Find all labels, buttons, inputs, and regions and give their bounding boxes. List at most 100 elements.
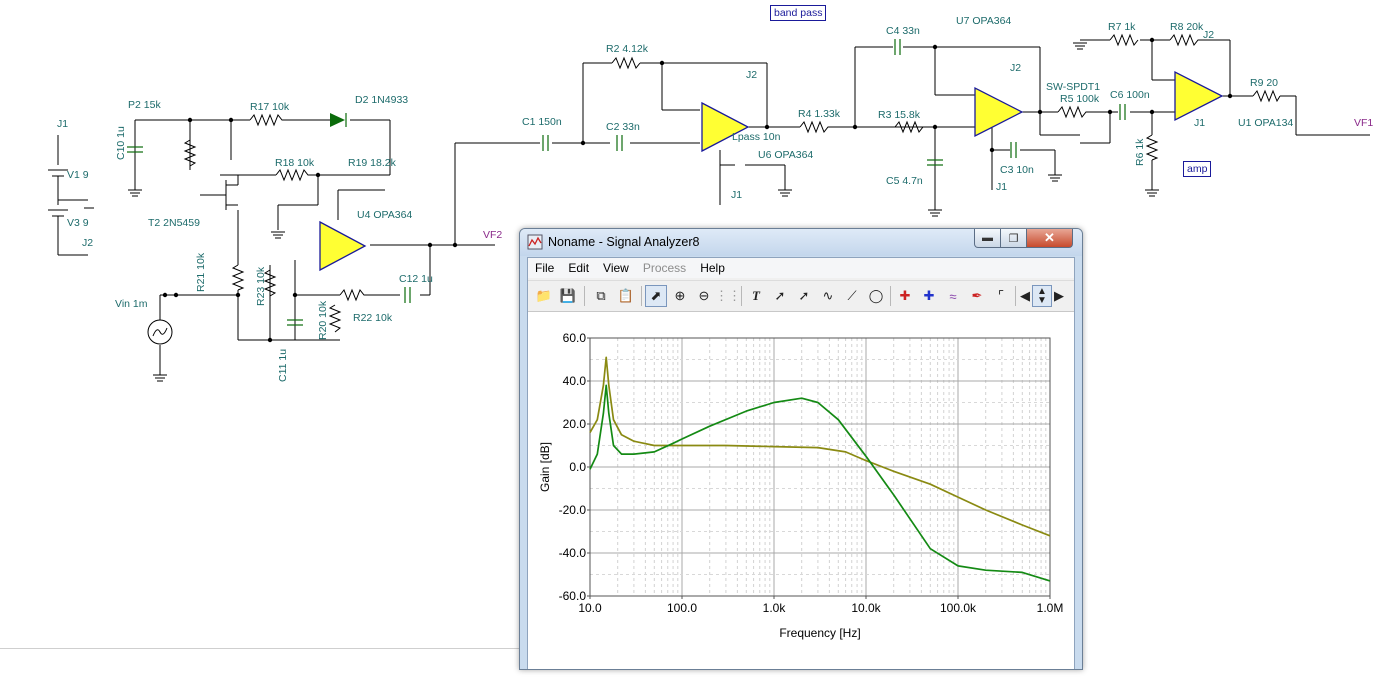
resistor-r9[interactable] [1252,89,1281,103]
x-tick-label: 1.0M [1037,601,1064,615]
capacitor-c6[interactable] [1119,104,1126,120]
text-button[interactable]: T [745,285,767,307]
menu-file[interactable]: File [528,261,561,275]
label-j1c: J1 [996,181,1007,193]
open-button[interactable]: 📁 [533,285,555,307]
gain-chart[interactable]: 60.040.020.00.0-20.0-40.0-60.0 10.0 100.0… [528,312,1074,668]
y-axis-label: Gain [dB] [538,442,552,492]
x-axis-label: Frequency [Hz] [779,626,860,640]
window-titlebar[interactable]: Noname - Signal Analyzer8 ▬ ❐ ✕ [520,229,1082,256]
opamp-u6[interactable] [701,101,750,153]
resistor-r18[interactable] [275,168,310,182]
grid-icon: ⋮⋮ [715,288,741,303]
pointer-icon: ⬈ [650,288,662,303]
cursor-red-button[interactable]: ✚ [894,285,916,307]
opamp-u7[interactable] [974,86,1024,138]
label-r9: R9 20 [1250,77,1278,89]
step-icon: ⌜ [997,288,1005,303]
arrow-updown-button[interactable]: ▲ ▼ [1032,285,1052,307]
zoom-out-icon: ⊖ [698,288,710,303]
capacitor-c3[interactable] [1010,142,1017,158]
label-r2: R2 4.12k [606,43,649,55]
label-r20: R20 10k [317,300,329,340]
label-u4: U4 OPA364 [357,209,412,221]
y-tick-label: 20.0 [563,417,587,431]
toolbar-separator [584,286,585,306]
label-band-pass: band pass [770,5,827,21]
capacitor-c1[interactable] [542,135,549,151]
menu-bar: File Edit View Process Help [528,258,1074,278]
save-button[interactable]: 💾 [557,285,579,307]
capacitor-c12[interactable] [404,287,411,303]
menu-edit[interactable]: Edit [561,261,596,275]
label-u7: U7 OPA364 [956,15,1011,27]
label-r7: R7 1k [1108,21,1136,33]
resistor-r2[interactable] [611,56,641,70]
label-c2: C2 33n [606,121,640,133]
diode-d2[interactable] [330,113,347,127]
label-j1d: J1 [1194,117,1205,129]
open-icon: 📁 [535,288,553,303]
pointer-button[interactable]: ⬈ [645,285,667,307]
resistor-r5[interactable] [1057,105,1100,119]
label-j2b: J2 [746,69,757,81]
label-c10: C10 1u [115,126,127,160]
label-t2: T2 2N5459 [148,217,200,229]
close-icon: ✕ [1044,230,1055,245]
circle-button[interactable]: ◯ [865,285,887,307]
resistor-r22[interactable] [339,288,365,302]
x-tick-label: 10.0k [851,601,881,615]
label-u6: U6 OPA364 [758,149,813,161]
resistor-r20[interactable] [328,304,342,333]
cursor-blue-button[interactable]: ✚ [918,285,940,307]
resistor-r6[interactable] [1145,134,1159,161]
resistor-r21[interactable] [231,264,245,291]
label-amp: amp [1183,161,1212,177]
zoom-in-button[interactable]: ⊕ [669,285,691,307]
resistor-r7[interactable] [1109,33,1139,47]
plot-area[interactable]: 60.0 40.0 20.0 0.0 -20.0 -40.0 -60.0 10.0 100.0… [528,312,1074,669]
pen-button[interactable]: ✒ [966,285,988,307]
source-vin[interactable] [147,319,173,345]
curve-button[interactable]: ∿ [817,285,839,307]
menu-view[interactable]: View [596,261,636,275]
capacitor-c4[interactable] [894,39,901,55]
capacitor-c2[interactable] [616,135,623,151]
close-button[interactable]: ✕ [1026,229,1073,248]
label-sw: SW-SPDT1 [1046,81,1100,93]
menu-help[interactable]: Help [693,261,732,275]
paste-button[interactable]: 📋 [615,285,637,307]
step-button[interactable]: ⌜ [990,285,1012,307]
cursor-b-button[interactable]: ➚ [793,285,815,307]
label-lpass: Lpass 10n [732,131,781,143]
opamp-u4[interactable] [319,220,367,272]
zoom-out-button[interactable]: ⊖ [693,285,715,307]
label-j1b: J1 [731,189,742,201]
copy-button[interactable]: ⧉ [590,285,612,307]
resistor-r17[interactable] [249,113,286,127]
save-icon: 💾 [559,288,577,303]
arrow-right-button[interactable]: ▶ [1052,285,1066,307]
minimize-icon: ▬ [982,232,993,244]
waves-button[interactable]: ≈ [942,285,964,307]
cursor-a-button[interactable]: ➚ [769,285,791,307]
opamp-u1[interactable] [1174,70,1224,122]
menu-process[interactable]: Process [636,261,693,275]
line-button[interactable]: ⟋ [841,285,863,307]
grid-button[interactable]: ⋮⋮ [715,285,741,307]
label-r5: R5 100k [1060,93,1100,105]
arrow-left-button[interactable]: ◀ [1018,285,1032,307]
zoom-in-icon: ⊕ [674,288,686,303]
toolbar-separator [1015,286,1016,306]
arrow-updown-icon: ▲ ▼ [1037,286,1047,306]
signal-analyzer-window[interactable]: Noname - Signal Analyzer8 ▬ ❐ ✕ File Edi… [519,228,1083,670]
label-c11: C11 1u [277,349,289,382]
minimize-button[interactable]: ▬ [974,229,1001,248]
label-r3: R3 15.8k [878,109,921,121]
label-v1: V1 9 [67,169,89,181]
jfet-t2[interactable] [225,175,239,210]
maximize-button[interactable]: ❐ [1000,229,1027,248]
resistor-r4[interactable] [799,120,840,134]
label-r6: R6 1k [1134,138,1146,166]
resistor-r8[interactable] [1169,33,1205,47]
